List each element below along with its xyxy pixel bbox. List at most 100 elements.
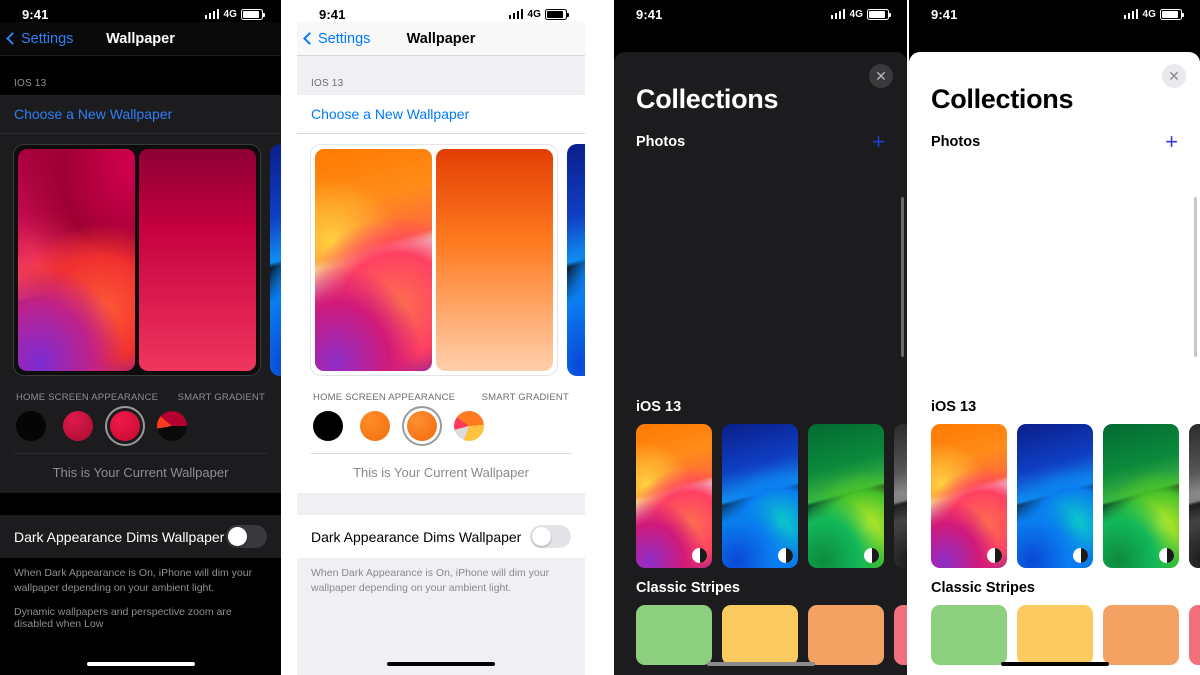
battery-icon xyxy=(867,8,892,20)
wallpaper-thumb-blue[interactable] xyxy=(1017,424,1093,568)
choose-new-wallpaper-link[interactable]: Choose a New Wallpaper xyxy=(0,95,281,134)
stripe-thumb-green[interactable] xyxy=(636,605,712,665)
back-label: Settings xyxy=(21,30,74,47)
back-button[interactable]: Settings xyxy=(303,31,370,47)
home-screen-appearance-label: HOME SCREEN APPEARANCE xyxy=(16,392,159,403)
plus-icon[interactable]: + xyxy=(872,131,885,153)
stripe-thumb-pink[interactable] xyxy=(894,605,907,665)
stripe-thumb-yellow[interactable] xyxy=(722,605,798,665)
status-time: 9:41 xyxy=(319,6,346,22)
dark-appearance-dims-toggle[interactable] xyxy=(530,525,571,548)
close-icon[interactable]: ✕ xyxy=(869,64,893,88)
swatch-black[interactable] xyxy=(16,411,46,441)
dark-appearance-dims-row[interactable]: Dark Appearance Dims Wallpaper xyxy=(297,515,585,558)
plus-icon[interactable]: + xyxy=(1165,131,1178,153)
phone-wallpaper-settings-light: 9:41 4G Settings Wallpaper IOS 13 Choose… xyxy=(297,0,585,675)
network-label: 4G xyxy=(849,8,863,20)
battery-icon xyxy=(545,8,570,20)
lock-screen-preview xyxy=(18,149,135,371)
section-gap xyxy=(0,493,281,515)
network-label: 4G xyxy=(223,8,237,20)
swatch-red-selected[interactable] xyxy=(105,406,145,446)
group-header: IOS 13 xyxy=(0,56,281,95)
wallpaper-preview-strip[interactable] xyxy=(0,134,281,384)
classic-stripes-thumbnails[interactable] xyxy=(614,605,907,665)
swatch-dark-red[interactable] xyxy=(63,411,93,441)
dark-appearance-dims-label: Dark Appearance Dims Wallpaper xyxy=(311,528,522,545)
swatch-orange-selected[interactable] xyxy=(402,406,442,446)
stripe-thumb-orange[interactable] xyxy=(1103,605,1179,665)
choose-new-wallpaper-link[interactable]: Choose a New Wallpaper xyxy=(297,95,585,134)
signal-bars-icon xyxy=(830,9,846,19)
swatch-orange[interactable] xyxy=(360,411,390,441)
appearance-swatches[interactable] xyxy=(0,405,281,453)
next-wallpaper-preview[interactable] xyxy=(270,144,281,376)
wallpaper-thumb-green[interactable] xyxy=(808,424,884,568)
network-label: 4G xyxy=(527,8,541,20)
home-indicator[interactable] xyxy=(706,661,815,666)
screenshot-stage: 9:41 4G Settings Wallpaper IOS 13 Choose… xyxy=(0,0,1200,675)
ios13-thumbnails[interactable] xyxy=(909,424,1200,568)
wallpaper-thumb-blue[interactable] xyxy=(722,424,798,568)
dynamic-badge-icon xyxy=(1159,548,1174,563)
ios13-thumbnails[interactable] xyxy=(614,424,907,568)
swatch-split-gradient[interactable] xyxy=(454,411,484,441)
dark-appearance-dims-toggle[interactable] xyxy=(226,525,267,548)
section-title-classic-stripes: Classic Stripes xyxy=(636,580,740,596)
wallpaper-thumb-orange-red[interactable] xyxy=(931,424,1007,568)
photos-row[interactable]: Photos + xyxy=(909,115,1200,153)
appearance-swatches[interactable] xyxy=(297,405,585,453)
section-title-classic-stripes: Classic Stripes xyxy=(931,580,1035,596)
dynamic-badge-icon xyxy=(987,548,1002,563)
current-wallpaper-label: This is Your Current Wallpaper xyxy=(297,454,585,493)
home-indicator[interactable] xyxy=(86,661,195,666)
signal-bars-icon xyxy=(508,9,524,19)
home-indicator[interactable] xyxy=(1000,661,1109,666)
wallpaper-thumb-grey[interactable] xyxy=(894,424,907,568)
section-title-ios13: iOS 13 xyxy=(636,399,682,415)
battery-icon xyxy=(1160,8,1185,20)
wallpaper-thumb-grey[interactable] xyxy=(1189,424,1200,568)
swatch-split-gradient[interactable] xyxy=(157,411,187,441)
section-title-ios13: iOS 13 xyxy=(931,399,977,415)
dynamic-badge-icon xyxy=(864,548,879,563)
wallpaper-thumb-orange-red[interactable] xyxy=(636,424,712,568)
current-wallpaper-preview[interactable] xyxy=(310,144,558,376)
dark-appearance-dims-row[interactable]: Dark Appearance Dims Wallpaper xyxy=(0,515,281,558)
collections-sheet: ✕ Collections Photos + iOS 13 Classic St… xyxy=(909,52,1200,675)
group-header: IOS 13 xyxy=(297,56,585,95)
signal-bars-icon xyxy=(1123,9,1139,19)
close-icon[interactable]: ✕ xyxy=(1162,64,1186,88)
stripe-thumb-yellow[interactable] xyxy=(1017,605,1093,665)
home-indicator[interactable] xyxy=(387,661,495,666)
smart-gradient-label: SMART GRADIENT xyxy=(481,392,569,403)
dynamic-badge-icon xyxy=(692,548,707,563)
stripe-thumb-pink[interactable] xyxy=(1189,605,1200,665)
dark-appearance-dims-label: Dark Appearance Dims Wallpaper xyxy=(14,528,225,545)
phone-collections-dark: 9:41 4G ✕ Collections Photos + iOS 13 Cl… xyxy=(614,0,907,675)
photos-row[interactable]: Photos + xyxy=(614,115,907,153)
scrollbar[interactable] xyxy=(1194,197,1197,357)
photos-label: Photos xyxy=(636,134,686,150)
status-time: 9:41 xyxy=(22,6,49,22)
current-wallpaper-preview[interactable] xyxy=(13,144,261,376)
network-label: 4G xyxy=(1142,8,1156,20)
wallpaper-thumb-green[interactable] xyxy=(1103,424,1179,568)
next-wallpaper-preview[interactable] xyxy=(567,144,585,376)
classic-stripes-thumbnails[interactable] xyxy=(909,605,1200,665)
sheet-title: Collections xyxy=(931,84,1074,114)
photos-label: Photos xyxy=(931,134,981,150)
scrollbar[interactable] xyxy=(901,197,904,357)
back-button[interactable]: Settings xyxy=(6,30,74,47)
nav-bar: Settings Wallpaper xyxy=(0,22,281,56)
dynamic-badge-icon xyxy=(778,548,793,563)
collections-sheet: ✕ Collections Photos + iOS 13 Classic St… xyxy=(614,52,907,675)
stripe-thumb-green[interactable] xyxy=(931,605,1007,665)
chevron-left-icon xyxy=(303,32,316,45)
stripe-thumb-orange[interactable] xyxy=(808,605,884,665)
home-screen-appearance-label: HOME SCREEN APPEARANCE xyxy=(313,392,456,403)
wallpaper-preview-strip[interactable] xyxy=(297,134,585,384)
dark-appearance-footer: When Dark Appearance is On, iPhone will … xyxy=(0,558,281,601)
current-wallpaper-label: This is Your Current Wallpaper xyxy=(0,454,281,493)
swatch-black[interactable] xyxy=(313,411,343,441)
